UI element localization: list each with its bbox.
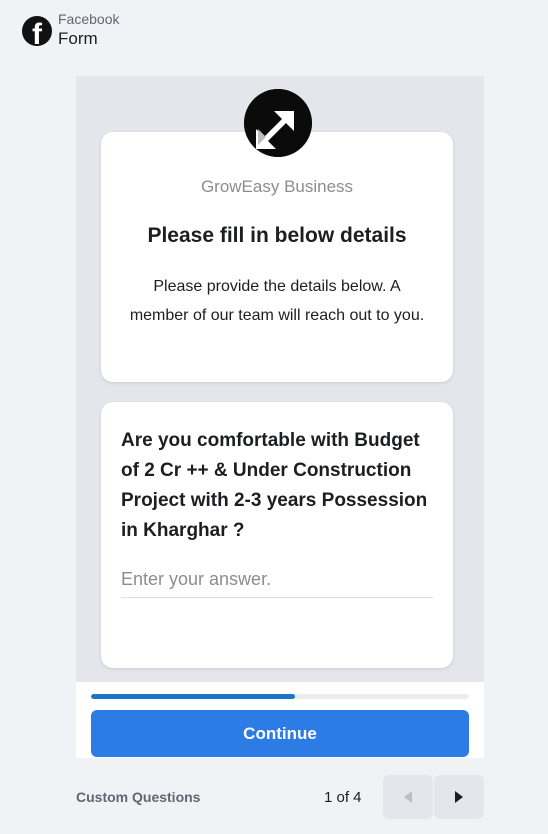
progress-fill xyxy=(91,694,296,699)
continue-button[interactable]: Continue xyxy=(91,710,469,757)
section-label: Custom Questions xyxy=(76,789,201,805)
preview-header: f Facebook Form xyxy=(22,10,119,50)
facebook-icon: f xyxy=(22,16,52,46)
arrow-logo-icon xyxy=(244,89,312,157)
previous-page-button[interactable] xyxy=(383,775,433,819)
question-text: Are you comfortable with Budget of 2 Cr … xyxy=(121,430,428,541)
progress-bar xyxy=(91,694,469,699)
header-text: Facebook Form xyxy=(58,10,119,50)
question-card: Are you comfortable with Budget of 2 Cr … xyxy=(101,402,453,668)
platform-label: Facebook xyxy=(58,11,120,27)
next-page-button[interactable] xyxy=(434,775,484,819)
chevron-right-icon xyxy=(455,791,463,803)
intro-title: Please fill in below details xyxy=(147,224,407,247)
form-actions: Continue xyxy=(76,682,484,758)
chevron-left-icon xyxy=(404,791,412,803)
header-title: Form xyxy=(58,29,98,48)
answer-input[interactable] xyxy=(121,562,433,598)
business-logo-avatar xyxy=(244,89,312,157)
business-name: GrowEasy Business xyxy=(200,177,354,196)
page-indicator: 1 of 4 xyxy=(324,789,362,806)
intro-card: GrowEasy Business Please fill in below d… xyxy=(101,132,453,382)
intro-description: Please provide the details below. A memb… xyxy=(129,278,425,324)
form-preview: GrowEasy Business Please fill in below d… xyxy=(76,76,484,682)
